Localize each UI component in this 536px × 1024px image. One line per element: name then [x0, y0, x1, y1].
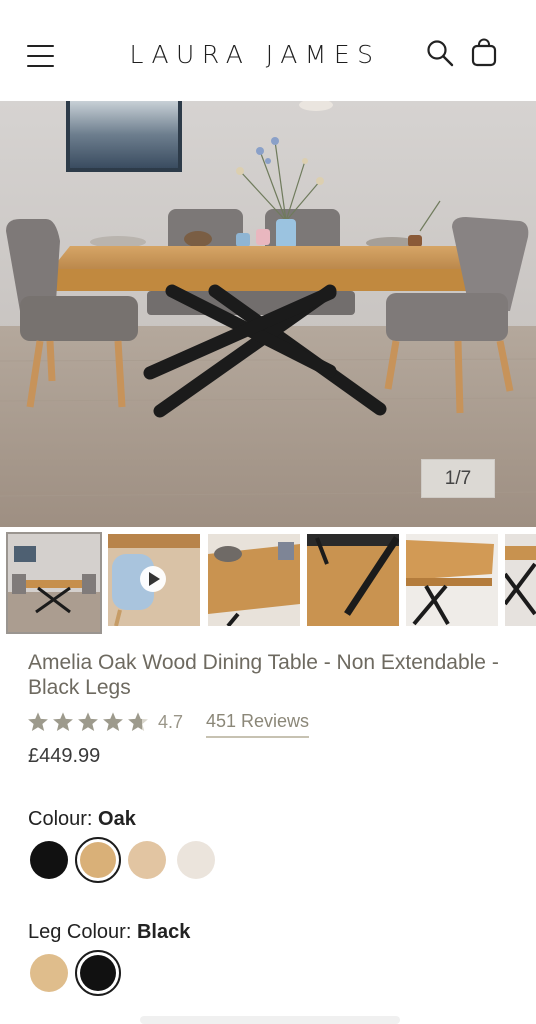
product-title: Amelia Oak Wood Dining Table - Non Exten… [28, 651, 499, 699]
bottom-bar-edge [140, 1016, 400, 1024]
product-price: £449.99 [28, 745, 101, 767]
leg-colour-label-text: Leg Colour: [28, 921, 132, 943]
brand-logo[interactable]: LAURA JAMES [110, 40, 400, 69]
colour-swatch-oak[interactable] [75, 837, 121, 883]
cart-icon[interactable] [470, 38, 498, 68]
star-half-icon [128, 712, 148, 731]
main-product-image[interactable]: 1/7 [0, 101, 536, 527]
search-icon[interactable] [426, 39, 454, 67]
swatch-fill [80, 955, 116, 991]
star-icon [53, 712, 73, 731]
colour-swatch-white-wash[interactable] [177, 841, 215, 879]
thumb-leg-detail[interactable] [307, 534, 399, 626]
thumb-chair-video[interactable] [108, 534, 200, 626]
thumbnail-strip[interactable] [0, 532, 536, 636]
colour-label: Colour: Oak [28, 808, 136, 831]
colour-label-text: Colour: [28, 808, 93, 830]
star-icon [28, 712, 48, 731]
rating-stars [27, 711, 152, 733]
colour-swatch-black[interactable] [30, 841, 68, 879]
site-header: LAURA JAMES [0, 0, 536, 101]
leg-swatch-oak[interactable] [30, 954, 68, 992]
thumb-tabletop-detail[interactable] [208, 534, 300, 626]
thumb-corner-detail[interactable] [406, 534, 498, 626]
image-counter: 1/7 [421, 459, 495, 498]
star-icon [78, 712, 98, 731]
swatch-fill [80, 842, 116, 878]
colour-swatch-light-oak[interactable] [128, 841, 166, 879]
thumb-leg-closeup[interactable] [505, 534, 536, 626]
thumb-dining-room[interactable] [6, 532, 102, 634]
leg-colour-label: Leg Colour: Black [28, 921, 190, 944]
menu-icon[interactable] [27, 43, 55, 69]
leg-colour-selected-value: Black [136, 921, 191, 943]
reviews-link[interactable]: 451 Reviews [206, 711, 310, 738]
product-rating: 4.7 [27, 708, 183, 736]
rating-value: 4.7 [158, 711, 184, 732]
colour-selected-value: Oak [98, 808, 136, 830]
leg-swatch-black[interactable] [75, 950, 121, 996]
star-icon [103, 712, 123, 731]
